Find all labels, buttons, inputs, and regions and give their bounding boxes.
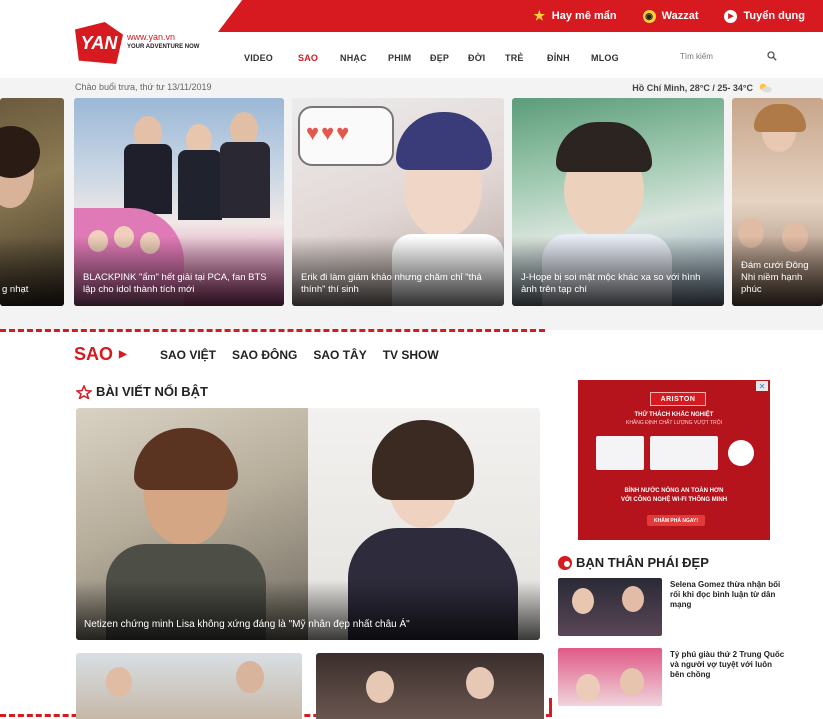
hearts-icon: ♥♥♥ bbox=[306, 120, 352, 145]
caption-shade bbox=[76, 580, 540, 640]
nav-item-phim[interactable]: PHIM bbox=[388, 53, 430, 63]
hair-shape bbox=[0, 126, 40, 178]
person-shape bbox=[236, 661, 264, 693]
hair-shape bbox=[754, 104, 806, 132]
search-button[interactable] bbox=[762, 47, 782, 65]
nav-item-tre[interactable]: TRẺ bbox=[505, 53, 547, 63]
subnav-item-sao-tay[interactable]: SAO TÂY bbox=[313, 348, 366, 362]
person-shape bbox=[220, 142, 270, 218]
ad-badge bbox=[728, 440, 754, 466]
subnav-item-tv-show[interactable]: TV SHOW bbox=[383, 348, 439, 362]
nav-item-dep[interactable]: ĐẸP bbox=[430, 53, 468, 63]
featured-heading: BÀI VIẾT NỔI BẬT bbox=[76, 384, 208, 399]
hair-shape bbox=[556, 122, 652, 172]
nav-item-nhac[interactable]: NHẠC bbox=[340, 53, 388, 63]
star-icon: ★ bbox=[533, 8, 546, 23]
water-heater-image bbox=[650, 436, 718, 470]
dashed-guide-top bbox=[0, 329, 545, 332]
featured-caption: Netizen chứng minh Lisa không xứng đáng … bbox=[84, 619, 410, 630]
ad-subheadline: KHẲNG ĐỊNH CHẤT LƯỢNG VƯỢT TRỘI bbox=[625, 420, 722, 426]
sidebar-thumbnail bbox=[558, 578, 662, 636]
search-box bbox=[680, 46, 792, 66]
carousel-card[interactable]: J-Hope bị soi mặt mộc khác xa so với hìn… bbox=[512, 98, 724, 306]
main-nav: VIDEO SAO NHẠC PHIM ĐẸP ĐỜI TRẺ ĐỈNH MLO… bbox=[244, 44, 631, 72]
nav-item-sao[interactable]: SAO bbox=[298, 53, 340, 63]
play-circle-icon: ▶ bbox=[724, 9, 738, 23]
weather-text: Hồ Chí Minh, 28°C / 25- 34°C bbox=[632, 82, 753, 93]
guide-corner-line bbox=[549, 698, 552, 717]
ad-headline: THỬ THÁCH KHẮC NGHIỆT bbox=[634, 412, 714, 418]
search-input[interactable] bbox=[680, 47, 756, 65]
featured-heading-text: BÀI VIẾT NỔI BẬT bbox=[96, 384, 208, 399]
logo-url: www.yan.vn bbox=[127, 32, 176, 42]
sun-cloud-icon bbox=[759, 83, 772, 93]
carousel-caption: g nhạt bbox=[2, 284, 29, 295]
water-heater-image bbox=[596, 436, 644, 470]
site-logo[interactable]: YAN www.yan.vn YOUR ADVENTURE NOW bbox=[75, 22, 215, 66]
ad-line-3: BÌNH NƯỚC NÓNG AN TOÀN HƠN bbox=[624, 488, 724, 494]
article-thumbnail[interactable] bbox=[76, 653, 302, 719]
carousel-card[interactable]: g nhạt bbox=[0, 98, 64, 306]
nav-item-dinh[interactable]: ĐỈNH bbox=[547, 53, 591, 63]
top-link-label: Hay mê mẩn bbox=[551, 10, 617, 22]
logo-tagline: YOUR ADVENTURE NOW bbox=[127, 44, 200, 50]
ad-brand-logo: ARISTON bbox=[650, 392, 706, 406]
person-shape bbox=[366, 671, 394, 703]
greeting-text: Chào buổi trưa, thứ tư 13/11/2019 bbox=[75, 82, 212, 92]
caret-right-icon: ▶ bbox=[119, 349, 127, 360]
hair-shape bbox=[396, 112, 492, 170]
sidebar-heading: BẠN THÂN PHÁI ĐẸP bbox=[558, 555, 709, 570]
person-shape bbox=[124, 144, 172, 214]
ariston-ad[interactable]: ✕ ARISTON THỬ THÁCH KHẮC NGHIỆT KHẲNG ĐỊ… bbox=[578, 380, 770, 540]
top-link-tuyen-dung[interactable]: ▶ Tuyển dụng bbox=[724, 9, 805, 23]
nav-item-video[interactable]: VIDEO bbox=[244, 53, 298, 63]
logo-mark: YAN bbox=[75, 22, 123, 64]
top-link-label: Tuyển dụng bbox=[743, 10, 805, 22]
person-shape bbox=[178, 150, 222, 220]
person-shape bbox=[466, 667, 494, 699]
search-icon bbox=[767, 51, 777, 61]
subnav-item-sao-viet[interactable]: SAO VIỆT bbox=[160, 348, 216, 362]
star-outline-icon bbox=[76, 384, 92, 399]
carousel-caption: J-Hope bị soi mặt mộc khác xa so với hìn… bbox=[521, 272, 701, 295]
top-link-wazzat[interactable]: ◉ Wazzat bbox=[642, 9, 699, 23]
carousel-caption: Erik đi làm giám khảo nhưng chăm chỉ "th… bbox=[301, 272, 482, 295]
ad-close-icon[interactable]: ✕ bbox=[756, 381, 768, 391]
person-shape bbox=[230, 112, 258, 146]
top-link-label: Wazzat bbox=[661, 10, 699, 22]
featured-article[interactable]: Netizen chứng minh Lisa không xứng đáng … bbox=[76, 408, 540, 640]
sidebar-thumbnail bbox=[558, 648, 662, 706]
top-links: ★ Hay mê mẩn ◉ Wazzat ▶ Tuyển dụng bbox=[533, 0, 805, 32]
section-subnav: SAO VIỆT SAO ĐÔNG SAO TÂY TV SHOW bbox=[160, 348, 439, 362]
nav-item-mlog[interactable]: MLOG bbox=[591, 53, 631, 63]
weather-info: Hồ Chí Minh, 28°C / 25- 34°C bbox=[632, 82, 773, 93]
section-title[interactable]: SAO ▶ bbox=[74, 344, 127, 365]
wazzat-icon: ◉ bbox=[642, 9, 656, 23]
hair-shape bbox=[134, 428, 238, 490]
carousel-caption: Đám cưới Đông Nhi niềm hạnh phúc bbox=[741, 260, 809, 295]
carousel-card[interactable]: BLACKPINK "ẩm" hết giải tại PCA, fan BTS… bbox=[74, 98, 284, 306]
carousel-card[interactable]: Đám cưới Đông Nhi niềm hạnh phúc bbox=[732, 98, 823, 306]
section-title-text: SAO bbox=[74, 344, 114, 364]
person-shape bbox=[106, 667, 132, 697]
subnav-item-sao-dong[interactable]: SAO ĐÔNG bbox=[232, 348, 297, 362]
article-thumbnail[interactable] bbox=[316, 653, 544, 719]
carousel-caption: BLACKPINK "ẩm" hết giải tại PCA, fan BTS… bbox=[83, 272, 267, 295]
sidebar-heading-text: BẠN THÂN PHÁI ĐẸP bbox=[576, 555, 709, 570]
carousel-card[interactable]: ♥♥♥ Erik đi làm giám khảo nhưng chăm chỉ… bbox=[292, 98, 504, 306]
top-link-hay-me-man[interactable]: ★ Hay mê mẩn bbox=[533, 8, 617, 23]
sidebar-article-title: Tỷ phú giàu thứ 2 Trung Quốc và người vợ… bbox=[670, 650, 785, 679]
sidebar-article[interactable]: Tỷ phú giàu thứ 2 Trung Quốc và người vợ… bbox=[558, 648, 788, 706]
brand-dot-icon bbox=[558, 555, 572, 570]
ad-line-4: VỚI CÔNG NGHỆ WI-FI THÔNG MINH bbox=[620, 497, 728, 503]
ad-cta-button[interactable]: KHÁM PHÁ NGAY! bbox=[647, 515, 705, 526]
hair-shape bbox=[372, 420, 474, 500]
sidebar-article-title: Selena Gomez thừa nhận bối rối khi đọc b… bbox=[670, 580, 781, 609]
nav-item-doi[interactable]: ĐỜI bbox=[468, 53, 505, 63]
sidebar-article[interactable]: Selena Gomez thừa nhận bối rối khi đọc b… bbox=[558, 578, 788, 636]
